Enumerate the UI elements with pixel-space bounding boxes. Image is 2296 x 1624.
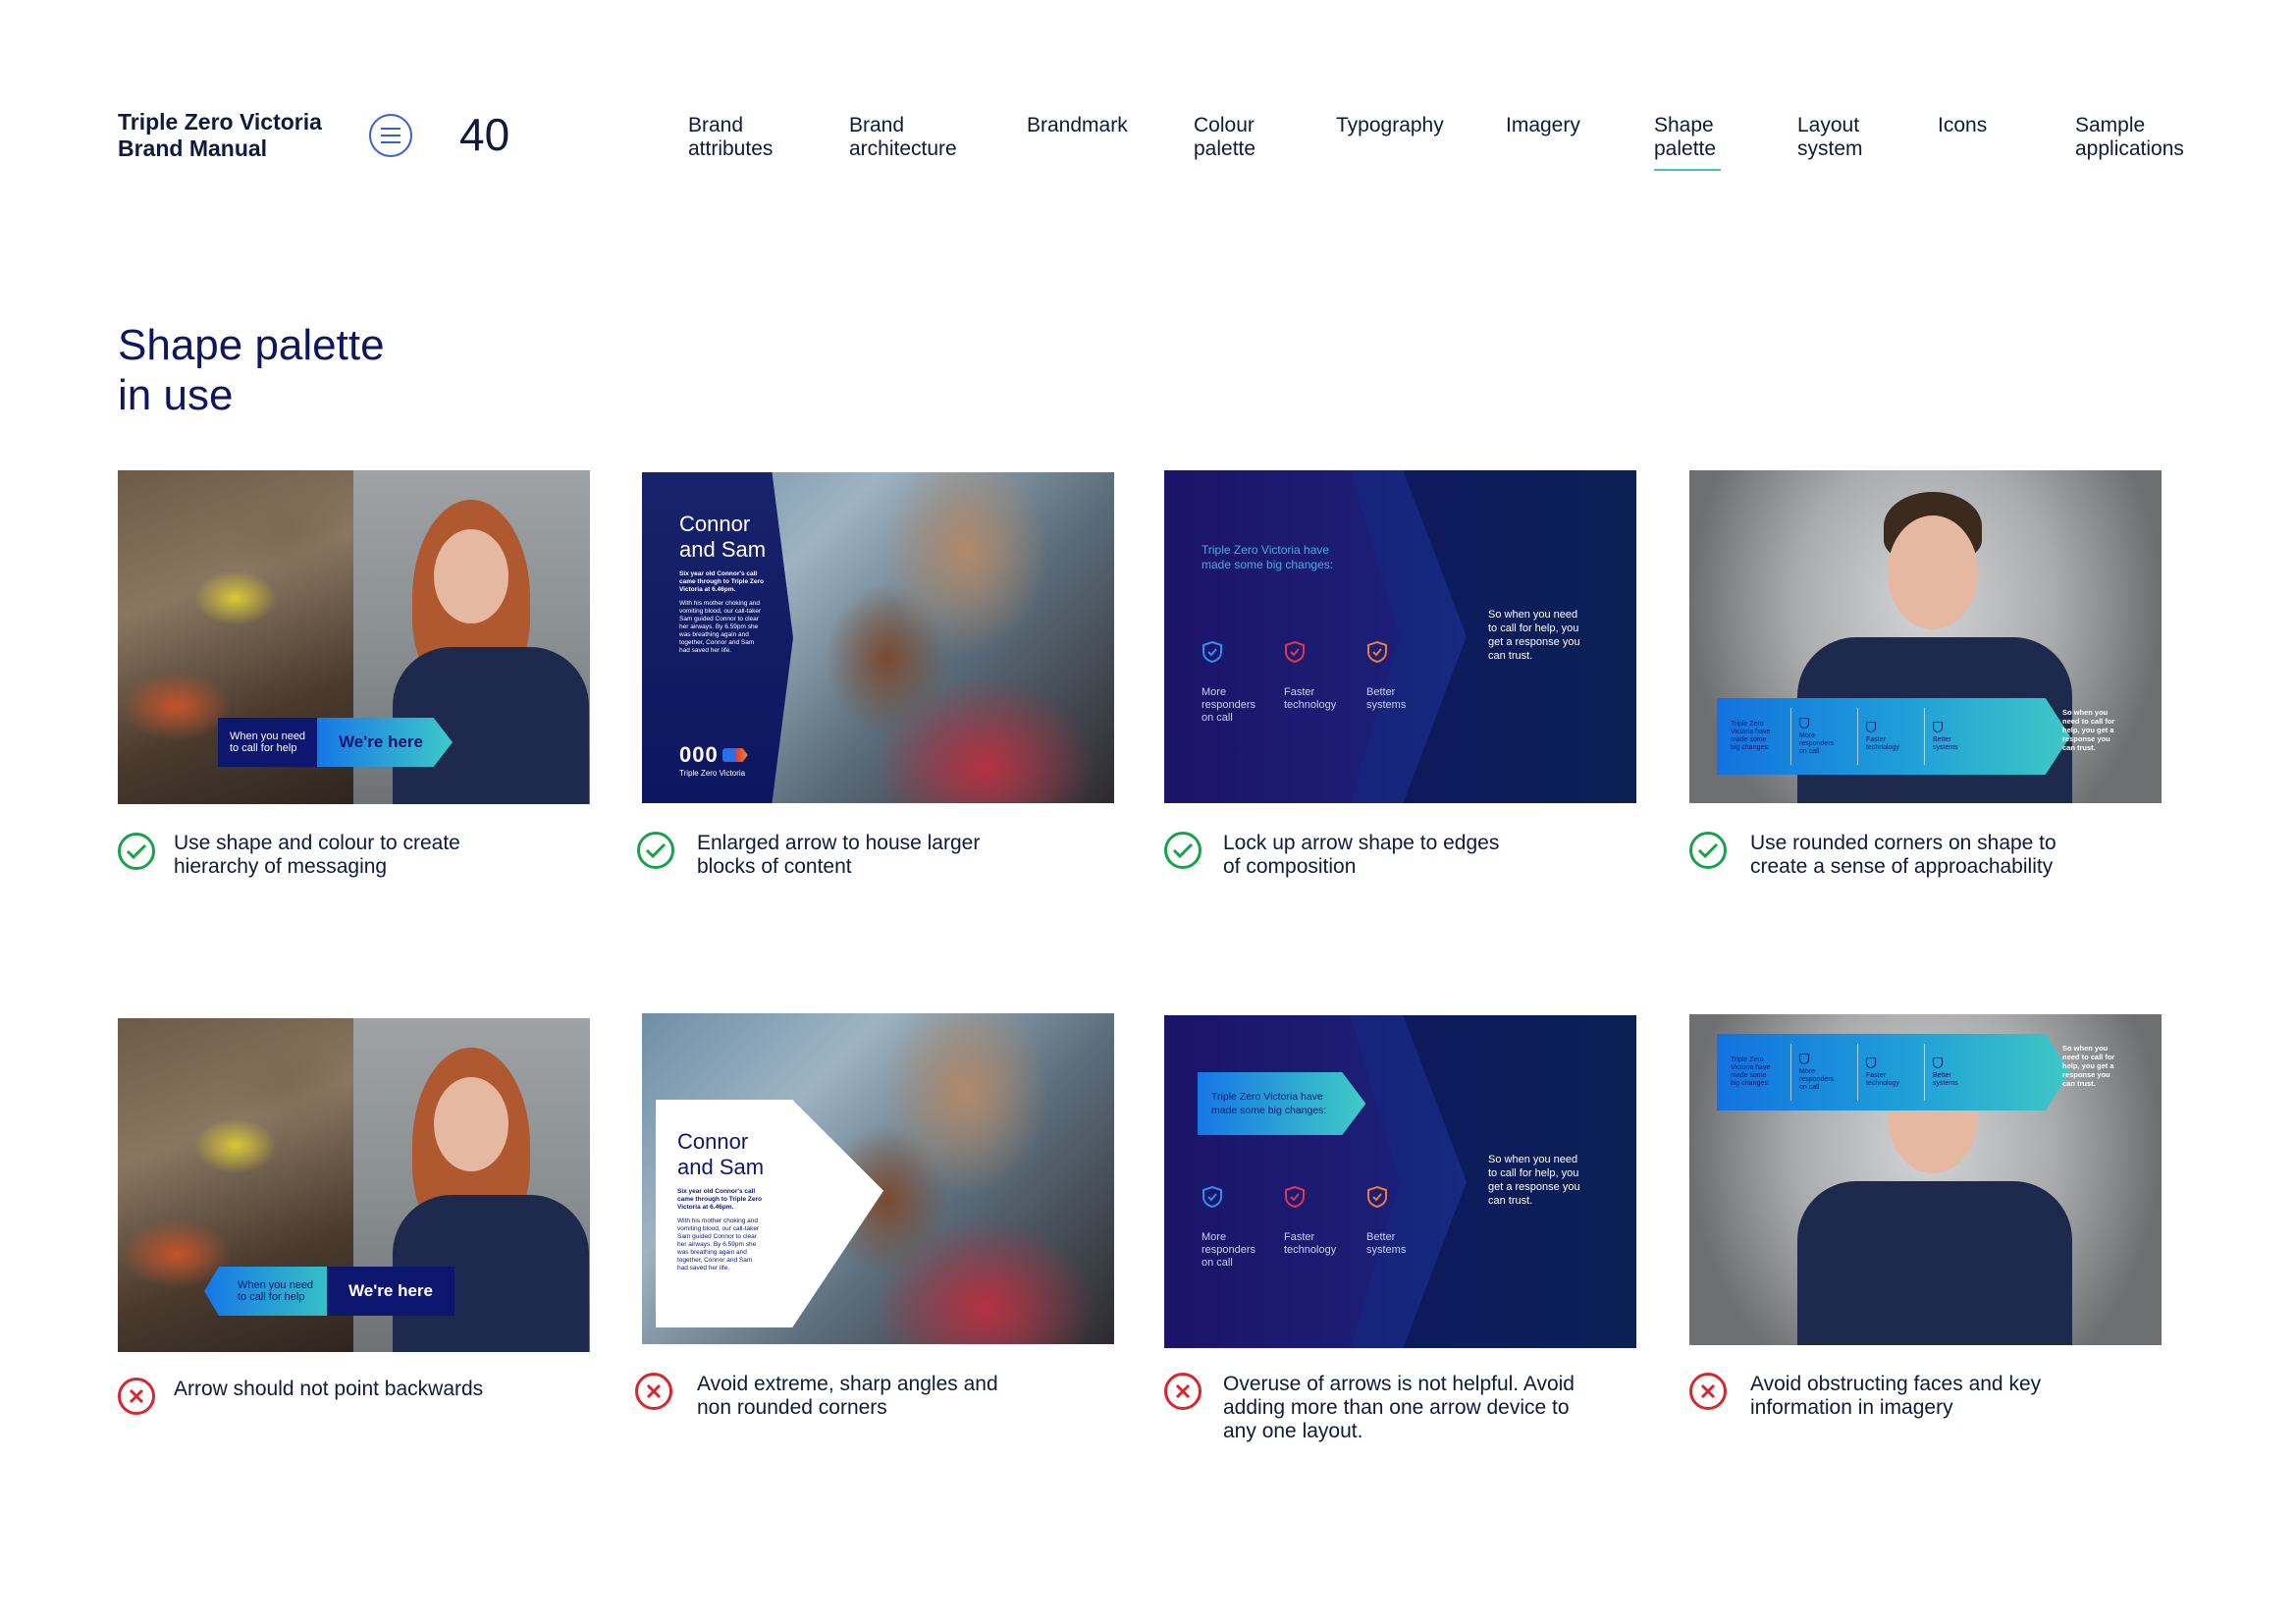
stat-systems: Better systems [1366,627,1431,725]
cross-icon [635,1373,672,1410]
strip-lead-text: Triple Zero Victoria have made some big … [1731,708,1791,765]
dont-caption-4: Avoid obstructing faces and key informat… [1750,1373,2042,1419]
nav-icons[interactable]: Icons [1938,114,1987,137]
strip-stat-3: Better systems [1925,708,1992,765]
banner-small-text: When you need to call for help [218,718,318,767]
page-title: Shape palette in use [118,321,385,419]
shield-icon [1799,717,1809,729]
shield-icon [1866,1056,1876,1068]
nav-brandmark[interactable]: Brandmark [1027,114,1128,137]
strip-stat-2: Faster technology [1858,1044,1925,1101]
triple-zero-logo: 000 [679,742,748,768]
nav-shape-palette[interactable]: Shape palette [1654,114,1721,171]
nav-colour-palette[interactable]: Colour palette [1194,114,1255,161]
shield-icon [1933,721,1943,732]
side-text: So when you need to call for help, you g… [1488,609,1580,662]
story-title: Connor and Sam [679,512,767,562]
obstructing-arrow-strip: Triple Zero Victoria have made some big … [1717,1034,2070,1110]
dont-caption-2: Avoid extreme, sharp angles and non roun… [697,1373,998,1419]
strip-lead-text: Triple Zero Victoria have made some big … [1731,1044,1791,1101]
brand-line-2: Brand Manual [118,135,268,161]
logo-arrow-icon [721,748,748,762]
banner-big-text: We're here [317,718,454,767]
stats-row: More responders on call Faster technolog… [1201,1172,1431,1270]
stat-responders: More responders on call [1201,1172,1266,1270]
do-caption-3: Lock up arrow shape to edges of composit… [1223,832,1500,878]
do-caption-2: Enlarged arrow to house larger blocks of… [697,832,981,878]
nav-layout-system[interactable]: Layout system [1797,114,1863,161]
strip-stat-1: More responders on call [1791,1044,1858,1101]
rounded-arrow-strip: Triple Zero Victoria have made some big … [1717,698,2070,775]
shield-icon [1799,1053,1809,1064]
stat-technology: Faster technology [1284,1172,1349,1270]
example-card-dont-2: Connor and Sam Six year old Connor's cal… [642,1013,1114,1344]
check-icon [1164,832,1201,869]
message-arrow-banner: When you need to call for help We're her… [218,718,454,767]
do-caption-1: Use shape and colour to create hierarchy… [174,832,460,878]
menu-icon[interactable] [369,114,412,157]
nav-typography[interactable]: Typography [1336,114,1444,137]
shield-icon [1933,1056,1943,1068]
example-card-do-1: When you need to call for help We're her… [118,470,590,804]
strip-note-text: So when you need to call for help, you g… [2062,708,2115,752]
shield-icon [1285,1185,1305,1209]
brand-title: Triple Zero Victoria Brand Manual [118,109,322,162]
logo-text: 000 [679,742,719,767]
strip-stat-2: Faster technology [1858,708,1925,765]
dont-caption-3: Overuse of arrows is not helpful. Avoid … [1223,1373,1575,1442]
cross-icon [1164,1373,1201,1410]
shield-icon [1866,721,1876,732]
shield-icon [1202,1185,1222,1209]
side-text: So when you need to call for help, you g… [1488,1154,1580,1207]
brand-line-1: Triple Zero Victoria [118,109,322,135]
check-icon [637,832,674,869]
nav-imagery[interactable]: Imagery [1506,114,1580,137]
shield-icon [1367,1185,1387,1209]
strip-stat-3: Better systems [1925,1044,1992,1101]
do-caption-4: Use rounded corners on shape to create a… [1750,832,2056,878]
extra-arrow-box: Triple Zero Victoria have made some big … [1198,1072,1366,1135]
shield-icon [1202,640,1222,664]
backwards-arrow-banner: When you need to call for help We're her… [204,1267,455,1316]
stat-technology: Faster technology [1284,627,1349,725]
story-lead: Six year old Connor's call came through … [677,1188,762,1211]
dont-caption-1: Arrow should not point backwards [174,1378,484,1400]
shield-icon [1285,640,1305,664]
example-card-dont-4: Triple Zero Victoria have made some big … [1689,1014,2162,1345]
example-card-dont-1: When you need to call for help We're her… [118,1018,590,1352]
intro-text: Triple Zero Victoria have made some big … [1201,543,1334,571]
nav-sample-applications[interactable]: Sample applications [2075,114,2184,161]
strip-note-text: So when you need to call for help, you g… [2062,1044,2115,1088]
banner-big-text: We're here [327,1267,455,1316]
check-icon [118,833,155,870]
cross-icon [1689,1373,1727,1410]
example-card-dont-3: Triple Zero Victoria have made some big … [1164,1015,1636,1348]
example-card-do-3: Triple Zero Victoria have made some big … [1164,470,1636,803]
shield-icon [1367,640,1387,664]
story-body: With his mother choking and vomiting blo… [677,1218,760,1272]
check-icon [1689,832,1727,869]
stat-responders: More responders on call [1201,627,1266,725]
example-card-do-4: Triple Zero Victoria have made some big … [1689,470,2162,803]
page-number: 40 [459,109,510,160]
nav-brand-architecture[interactable]: Brand architecture [849,114,957,161]
story-lead: Six year old Connor's call came through … [679,570,764,593]
strip-stat-1: More responders on call [1791,708,1858,765]
story-body: With his mother choking and vomiting blo… [679,600,762,654]
nav-brand-attributes[interactable]: Brand attributes [688,114,773,161]
logo-subtext: Triple Zero Victoria [679,769,746,778]
stats-row: More responders on call Faster technolog… [1201,627,1431,725]
stat-systems: Better systems [1366,1172,1431,1270]
cross-icon [118,1378,155,1415]
example-card-do-2: Connor and Sam Six year old Connor's cal… [642,472,1114,803]
banner-small-text: When you need to call for help [204,1267,328,1316]
